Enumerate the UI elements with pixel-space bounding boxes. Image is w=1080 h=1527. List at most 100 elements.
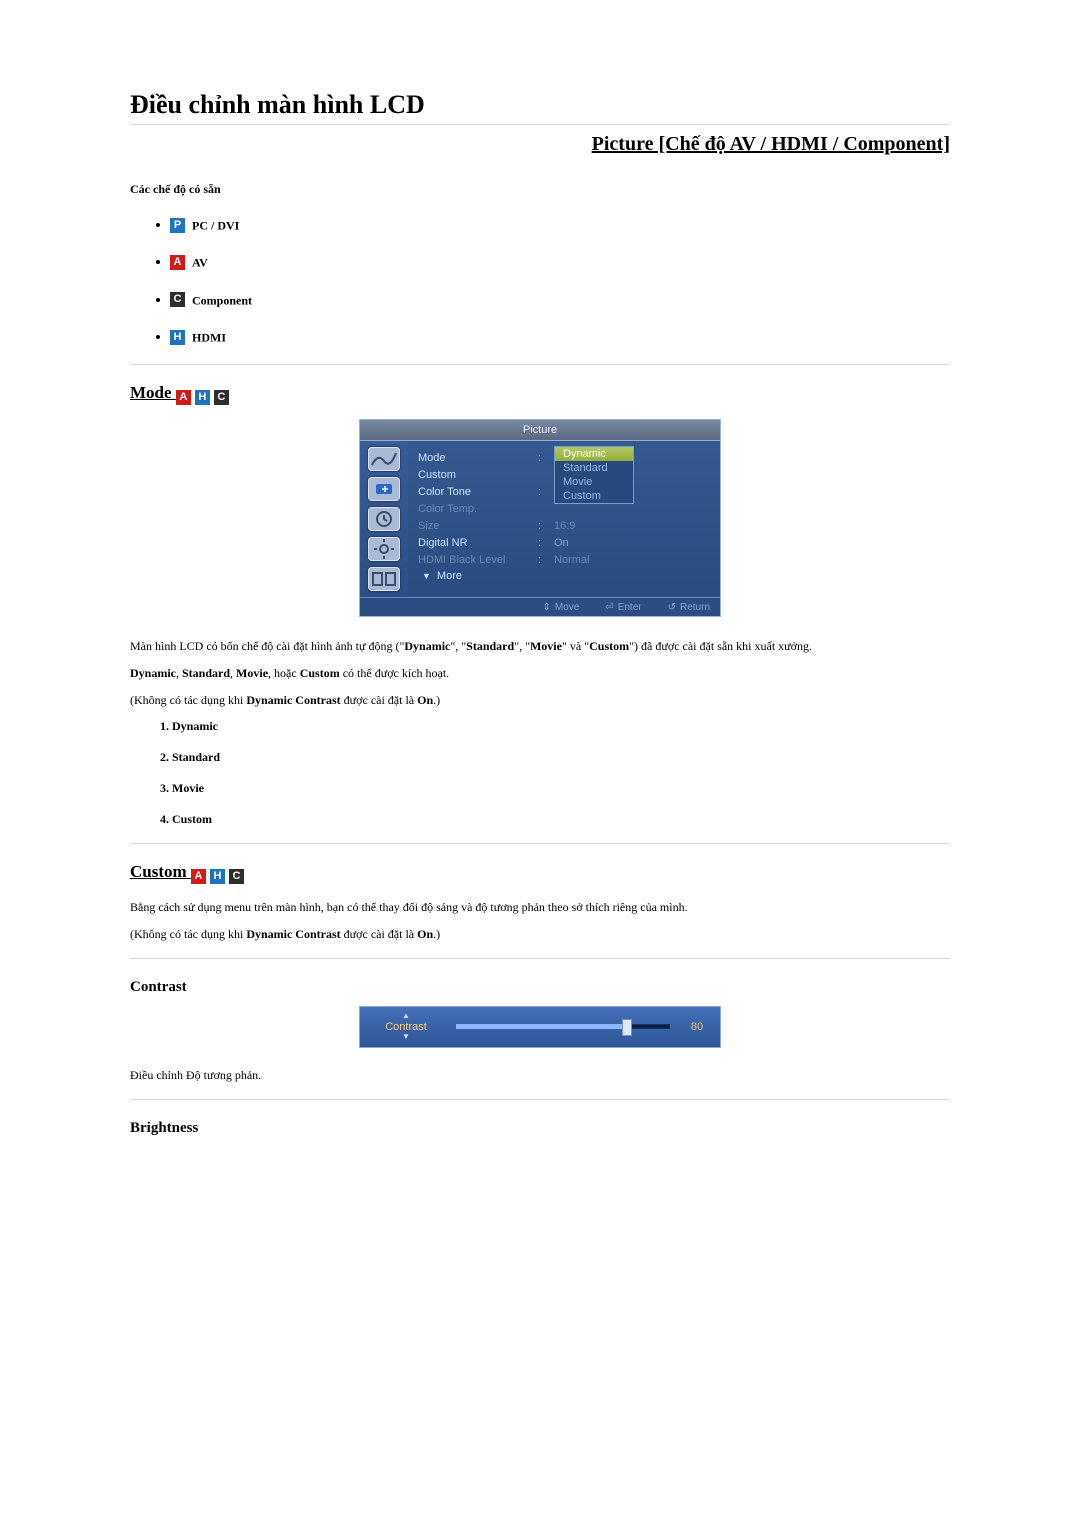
osd-body: Mode: Custom Color Tone: Color Temp. Siz…: [360, 441, 720, 597]
osd-title: Picture: [360, 420, 720, 441]
custom-paragraph-2: (Không có tác dụng khi Dynamic Contrast …: [130, 925, 950, 944]
osd-sep: :: [538, 554, 554, 566]
mode-item-pcdvi: P PC / DVI: [170, 215, 950, 234]
osd-more[interactable]: More: [418, 568, 710, 584]
list-item: Standard: [172, 750, 950, 765]
text-bold: Dynamic Contrast: [246, 927, 340, 941]
arrow-down-icon[interactable]: ▼: [360, 1033, 452, 1042]
osd-tab-multi-icon[interactable]: [368, 567, 400, 591]
osd-item-label: Color Temp.: [418, 503, 538, 515]
osd-sep: :: [538, 520, 554, 532]
badge-h-icon: H: [170, 330, 185, 345]
osd-item-label: HDMI Black Level: [418, 554, 538, 566]
list-item: Dynamic: [172, 719, 950, 734]
text-bold: Custom: [300, 666, 340, 680]
text: được cài đặt là: [341, 927, 417, 941]
text: .): [433, 927, 440, 941]
osd-hint-move: Move: [542, 602, 579, 613]
divider: [130, 958, 950, 959]
divider: [130, 124, 950, 125]
osd-option-standard[interactable]: Standard: [555, 461, 633, 475]
mode-heading-text: Mode: [130, 383, 172, 402]
available-modes-list: P PC / DVI A AV C Component H HDMI: [130, 215, 950, 346]
contrast-slider-widget: ▲ Contrast ▼ 80: [359, 1006, 721, 1048]
custom-heading: Custom AHC: [130, 862, 950, 884]
mode-heading: Mode AHC: [130, 383, 950, 405]
available-modes-label: Các chế độ có sẵn: [130, 182, 950, 197]
osd-hint-return: Return: [668, 602, 710, 613]
text-bold: On: [417, 693, 433, 707]
osd-sep: :: [538, 452, 554, 464]
osd-option-dynamic[interactable]: Dynamic: [555, 447, 633, 461]
badge-c-icon: C: [214, 390, 229, 405]
text-bold: On: [417, 927, 433, 941]
list-item: Movie: [172, 781, 950, 796]
osd-item-value: 16:9: [554, 520, 710, 532]
mode-paragraph-2: Dynamic, Standard, Movie, hoặc Custom có…: [130, 664, 950, 683]
osd-row-size: Size:16:9: [418, 517, 710, 534]
osd-option-movie[interactable]: Movie: [555, 475, 633, 489]
osd-sep: :: [538, 486, 554, 498]
text-bold: Standard: [182, 666, 230, 680]
list-item: Custom: [172, 812, 950, 827]
osd-tab-settings-icon[interactable]: [368, 537, 400, 561]
text: .): [433, 693, 440, 707]
osd-tab-time-icon[interactable]: [368, 507, 400, 531]
mode-item-component: C Component: [170, 290, 950, 309]
osd-sep: :: [538, 537, 554, 549]
text: ", ": [514, 639, 530, 653]
custom-paragraph-1: Bằng cách sử dụng menu trên màn hình, bạ…: [130, 898, 950, 917]
mode-name: PC / DVI: [192, 218, 239, 232]
divider: [130, 1099, 950, 1100]
contrast-heading: Contrast: [130, 979, 950, 996]
osd-row-digitalnr[interactable]: Digital NR:On: [418, 534, 710, 551]
section-subtitle: Picture [Chế độ AV / HDMI / Component]: [130, 133, 950, 156]
text: (Không có tác dụng khi: [130, 927, 246, 941]
badge-h-icon: H: [210, 869, 225, 884]
osd-item-label: Digital NR: [418, 537, 538, 549]
text: ") đã được cài đặt sẵn khi xuất xưởng.: [629, 639, 812, 653]
osd-item-label: Size: [418, 520, 538, 532]
slider-thumb[interactable]: [622, 1019, 632, 1036]
osd-item-label: Custom: [418, 469, 538, 481]
badge-c-icon: C: [170, 292, 185, 307]
mode-options-list: Dynamic Standard Movie Custom: [130, 719, 950, 827]
mode-item-hdmi: H HDMI: [170, 327, 950, 346]
text-bold: Standard: [466, 639, 514, 653]
osd-item-label: Mode: [418, 452, 538, 464]
slider-track[interactable]: [456, 1024, 670, 1029]
badge-a-icon: A: [170, 255, 185, 270]
osd-item-label: Color Tone: [418, 486, 538, 498]
mode-paragraph-1: Màn hình LCD có bốn chế độ cài đặt hình …: [130, 637, 950, 656]
osd-row-hdmiblack: HDMI Black Level:Normal: [418, 551, 710, 568]
badge-a-icon: A: [176, 390, 191, 405]
osd-item-value: Normal: [554, 554, 710, 566]
arrow-up-icon[interactable]: ▲: [360, 1012, 452, 1021]
text: có thể được kích hoạt.: [340, 666, 449, 680]
osd-mode-dropdown[interactable]: Dynamic Standard Movie Custom: [554, 446, 634, 504]
osd-option-custom[interactable]: Custom: [555, 489, 633, 503]
osd-footer: Move Enter Return: [360, 597, 720, 616]
text-bold: Custom: [589, 639, 629, 653]
brightness-heading: Brightness: [130, 1120, 950, 1137]
badge-c-icon: C: [229, 869, 244, 884]
page-title: Điều chỉnh màn hình LCD: [130, 90, 950, 120]
custom-heading-text: Custom: [130, 862, 187, 881]
text-bold: Movie: [236, 666, 268, 680]
mode-name: AV: [192, 256, 208, 270]
text-bold: Dynamic: [130, 666, 176, 680]
osd-hint-enter: Enter: [605, 602, 641, 613]
divider: [130, 364, 950, 365]
text: được cài đặt là: [341, 693, 417, 707]
mode-item-av: A AV: [170, 252, 950, 271]
text: ", ": [450, 639, 466, 653]
osd-main: Mode: Custom Color Tone: Color Temp. Siz…: [408, 441, 720, 597]
osd-tab-picture-icon[interactable]: [368, 447, 400, 471]
slider-value: 80: [674, 1021, 720, 1033]
osd-tab-input-icon[interactable]: [368, 477, 400, 501]
osd-item-value: On: [554, 537, 710, 549]
divider: [130, 843, 950, 844]
text-bold: Movie: [530, 639, 562, 653]
osd-picture-menu: Picture Mode: Custom Color Tone:: [359, 419, 721, 617]
mode-paragraph-3: (Không có tác dụng khi Dynamic Contrast …: [130, 691, 950, 710]
